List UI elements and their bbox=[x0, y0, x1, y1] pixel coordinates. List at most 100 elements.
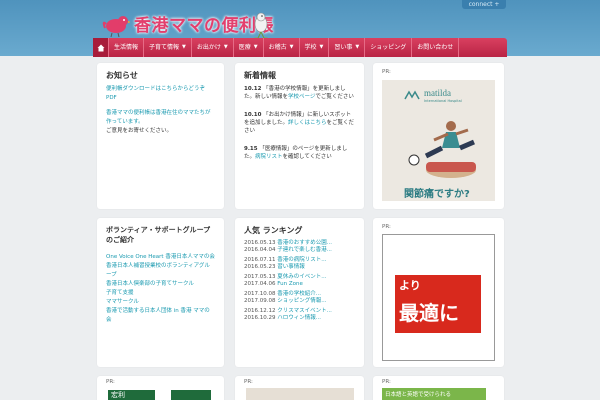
language-ad[interactable]: 日本語と英語で受けられる bbox=[382, 388, 486, 400]
nav-item-6[interactable]: 習い事 ▼ bbox=[329, 38, 366, 57]
bird-icon bbox=[102, 16, 130, 38]
soccer-player-illustration bbox=[408, 121, 476, 178]
ranking-row: 2016.10.29 ハロウィン情報... bbox=[244, 315, 355, 322]
ranking-date: 2016.12.12 bbox=[244, 308, 276, 314]
volunteer-link[interactable]: ママサークル bbox=[106, 298, 215, 307]
nav-item-7[interactable]: ショッピング bbox=[365, 38, 413, 57]
chevron-down-icon: ▼ bbox=[223, 44, 228, 50]
bank-ad-side[interactable] bbox=[171, 390, 211, 400]
nav-item-label: お問い合わせ bbox=[417, 44, 454, 51]
ranking-title: 人気 ランキング bbox=[244, 226, 303, 235]
news-tail: でご覧ください bbox=[315, 94, 354, 100]
nav-item-3[interactable]: 医療 ▼ bbox=[234, 38, 264, 57]
chevron-down-icon: ▼ bbox=[289, 44, 294, 50]
ad-brand: matilda bbox=[424, 88, 451, 98]
ranking-date: 2017.04.06 bbox=[244, 281, 276, 287]
ranking-link[interactable]: Fun Zone bbox=[277, 281, 303, 287]
nav-item-label: 医療 bbox=[238, 44, 251, 51]
nav-item-0[interactable]: 生活情報 bbox=[109, 38, 145, 57]
bottom-ad-1: PR: 宏利 bbox=[97, 376, 224, 400]
about-link[interactable]: 香港ママの便利帳は香港在住のママたちが作っています。 bbox=[106, 109, 215, 127]
news-link[interactable]: 学校ページ bbox=[288, 94, 315, 100]
connect-button[interactable]: connect + bbox=[462, 0, 506, 9]
ranking-link[interactable]: ハロウィン情報... bbox=[277, 315, 321, 321]
nav-item-8[interactable]: お問い合わせ bbox=[412, 38, 460, 57]
ranking-date: 2016.07.11 bbox=[244, 257, 276, 263]
news-tail: を確認してください bbox=[282, 154, 332, 160]
ranking-group: 2016.07.11 香港の病院リスト... 2016.05.23 習い事情報 bbox=[244, 257, 355, 271]
nav-item-5[interactable]: 学校 ▼ bbox=[300, 38, 330, 57]
ranking-row: 2016.05.23 習い事情報 bbox=[244, 264, 355, 271]
nav-item-1[interactable]: 子育て情報 ▼ bbox=[144, 38, 192, 57]
news-link[interactable]: 病院リスト bbox=[255, 154, 283, 160]
ranking-row: 2017.10.08 香港の学校紹介... bbox=[244, 291, 355, 298]
nav-item-2[interactable]: お出かけ ▼ bbox=[192, 38, 234, 57]
ad-panel-2: PR: より 最適に bbox=[373, 218, 504, 367]
home-icon bbox=[97, 44, 104, 51]
nav-item-4[interactable]: お稽古 ▼ bbox=[264, 38, 300, 57]
bank-ad[interactable]: 宏利 bbox=[108, 390, 155, 400]
nav-item-label: ショッピング bbox=[370, 44, 407, 51]
ranking-date: 2016.05.13 bbox=[244, 240, 276, 246]
ranking-row: 2017.09.08 ショッピング情報... bbox=[244, 298, 355, 305]
chevron-down-icon: ▼ bbox=[319, 44, 324, 50]
nav-home[interactable] bbox=[93, 38, 109, 57]
chevron-down-icon: ▼ bbox=[182, 44, 186, 50]
pdf-download-link[interactable]: 便利帳ダウンロードはこちらからどうぞ PDF bbox=[106, 85, 215, 103]
nav-item-label: 学校 bbox=[304, 44, 317, 51]
volunteer-link[interactable]: One Voice One Heart 香港日本人ママの会 bbox=[106, 253, 215, 262]
ranking-date: 2017.05.13 bbox=[244, 274, 276, 280]
ad-tagline: 関節痛ですか? bbox=[404, 189, 470, 200]
ranking-link[interactable]: 香港の病院リスト... bbox=[277, 257, 326, 263]
ranking-link[interactable]: クリスマスイベント... bbox=[277, 308, 332, 314]
pr-label: PR: bbox=[382, 69, 391, 75]
volunteer-title: ボランティア・サポートグループのご紹介 bbox=[106, 226, 211, 244]
ad-brand-sub: International Hospital bbox=[424, 99, 462, 103]
matilda-logo-icon bbox=[404, 90, 420, 100]
ad-brand: 宏利 bbox=[111, 391, 125, 399]
ad-panel-1: PR: matilda International Hospital 関節痛です… bbox=[373, 63, 504, 209]
ranking-link[interactable]: 習い事情報 bbox=[277, 264, 305, 270]
news-date: 10.10 bbox=[244, 112, 262, 118]
ranking-row: 2017.04.06 Fun Zone bbox=[244, 281, 355, 288]
news-date: 9.15 bbox=[244, 146, 258, 152]
info-panel: お知らせ 便利帳ダウンロードはこちらからどうぞ PDF 香港ママの便利帳は香港在… bbox=[97, 63, 224, 209]
ranking-link[interactable]: 夏休みのイベント... bbox=[277, 274, 326, 280]
ranking-group: 2016.05.13 香港のおすすめ公園... 2016.04.04 子連れで楽し… bbox=[244, 240, 355, 254]
pr-label: PR: bbox=[382, 379, 391, 385]
nav-item-label: 生活情報 bbox=[114, 44, 139, 51]
ranking-panel: 人気 ランキング 2016.05.13 香港のおすすめ公園... 2016.04.… bbox=[235, 218, 364, 367]
ranking-date: 2016.10.29 bbox=[244, 315, 276, 321]
ranking-row: 2016.07.11 香港の病院リスト... bbox=[244, 257, 355, 264]
ad-line1: より bbox=[399, 279, 421, 292]
news-link[interactable]: 詳しくはこちら bbox=[288, 120, 327, 126]
nav-item-label: お出かけ bbox=[196, 44, 221, 51]
pr-label: PR: bbox=[244, 379, 253, 385]
site-logo[interactable]: 香港ママの便利帳 bbox=[100, 8, 274, 38]
ad-line2: 最適に bbox=[399, 301, 459, 325]
ranking-date: 2017.09.08 bbox=[244, 298, 276, 304]
pr-label: PR: bbox=[106, 379, 115, 385]
volunteer-panel: ボランティア・サポートグループのご紹介 One Voice One Heart … bbox=[97, 218, 224, 367]
chevron-down-icon: ▼ bbox=[355, 44, 360, 50]
ranking-row: 2017.05.13 夏休みのイベント... bbox=[244, 274, 355, 281]
ranking-row: 2016.04.04 子連れで楽しむ香港... bbox=[244, 247, 355, 254]
connect-label: connect bbox=[468, 1, 493, 8]
optimize-ad[interactable]: より 最適に bbox=[382, 234, 495, 361]
volunteer-link[interactable]: 香港で活動する日本人団体 in 香港 ママの会 bbox=[106, 307, 215, 325]
ad-image[interactable] bbox=[246, 388, 354, 400]
volunteer-link[interactable]: 香港日本人補習授業校のボランティアグループ bbox=[106, 262, 215, 280]
ranking-link[interactable]: ショッピング情報... bbox=[277, 298, 326, 304]
hospital-ad[interactable]: matilda International Hospital 関節痛ですか? bbox=[382, 80, 495, 201]
ranking-link[interactable]: 香港の学校紹介... bbox=[277, 291, 321, 297]
volunteer-link[interactable]: 香港日本人倶楽部の子育てサークル bbox=[106, 280, 215, 289]
news-title: 新着情報 bbox=[244, 71, 276, 80]
ranking-group: 2016.12.12 クリスマスイベント... 2016.10.29 ハロウィン情… bbox=[244, 308, 355, 322]
ranking-date: 2016.04.04 bbox=[244, 247, 276, 253]
news-date: 10.12 bbox=[244, 86, 262, 92]
ranking-link[interactable]: 香港のおすすめ公園... bbox=[277, 240, 332, 246]
volunteer-link[interactable]: 子育て支援 bbox=[106, 289, 215, 298]
ranking-link[interactable]: 子連れで楽しむ香港... bbox=[277, 247, 332, 253]
ranking-date: 2017.10.08 bbox=[244, 291, 276, 297]
info-text: ご意見をお寄せください。 bbox=[106, 128, 173, 134]
